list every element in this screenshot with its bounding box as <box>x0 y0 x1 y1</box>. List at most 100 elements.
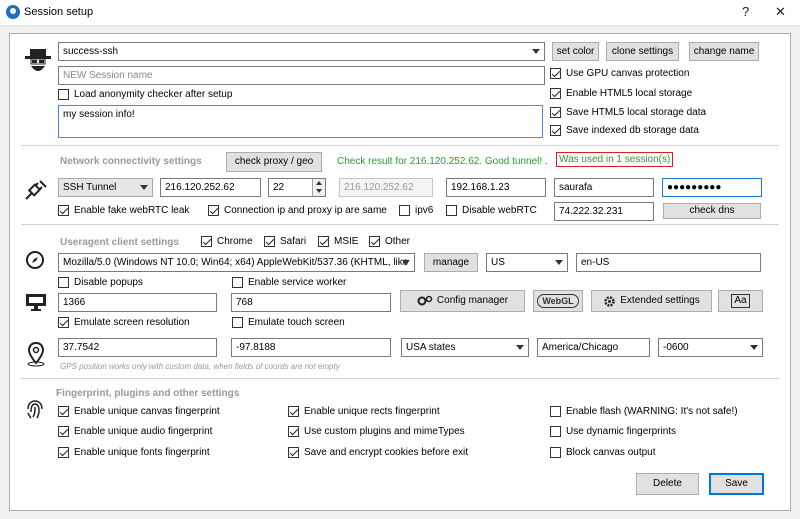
check-dns-button[interactable]: check dns <box>663 203 761 219</box>
safari-checkbox[interactable]: Safari <box>264 236 306 247</box>
encrypt-cookies-checkbox[interactable]: Save and encrypt cookies before exit <box>288 447 468 458</box>
checkbox-label: ipv6 <box>415 205 434 216</box>
checkbox-box <box>446 205 457 216</box>
gpu-canvas-protection-checkbox[interactable]: Use GPU canvas protection <box>550 68 689 79</box>
gears-icon <box>417 295 433 306</box>
disable-popups-checkbox[interactable]: Disable popups <box>58 277 143 288</box>
checkbox-label: Enable service worker <box>248 277 347 288</box>
unique-rects-checkbox[interactable]: Enable unique rects fingerprint <box>288 406 440 417</box>
checkbox-box <box>288 447 299 458</box>
spin-down-icon[interactable] <box>316 189 322 193</box>
session-name-select[interactable]: success-ssh <box>58 42 545 61</box>
help-button[interactable]: ? <box>742 4 749 19</box>
check-proxy-geo-button[interactable]: check proxy / geo <box>226 152 322 172</box>
save-indexed-db-checkbox[interactable]: Save indexed db storage data <box>550 125 699 136</box>
config-manager-button[interactable]: Config manager <box>400 290 525 312</box>
disable-webrtc-checkbox[interactable]: Disable webRTC <box>446 205 537 216</box>
unique-canvas-checkbox[interactable]: Enable unique canvas fingerprint <box>58 406 220 417</box>
emulate-resolution-checkbox[interactable]: Emulate screen resolution <box>58 317 190 328</box>
heisenberg-avatar-icon <box>25 49 51 71</box>
checkbox-label: Other <box>385 236 411 247</box>
chevron-down-icon <box>555 260 563 265</box>
msie-checkbox[interactable]: MSIE <box>318 236 358 247</box>
section-divider <box>21 224 779 225</box>
ipv6-checkbox[interactable]: ipv6 <box>399 205 433 216</box>
plug-icon <box>25 180 47 200</box>
region-select[interactable]: USA states <box>401 338 529 357</box>
checkbox-box <box>550 125 561 136</box>
checkbox-label: Connection ip and proxy ip are same <box>224 205 387 216</box>
fake-webrtc-leak-checkbox[interactable]: Enable fake webRTC leak <box>58 205 189 216</box>
proxy-port-input[interactable]: 22 <box>268 178 326 197</box>
local-ip-input[interactable]: 192.168.1.23 <box>446 178 546 197</box>
save-button[interactable]: Save <box>709 473 764 495</box>
proxy-port-value: 22 <box>273 182 285 193</box>
checkbox-label: Enable unique rects fingerprint <box>304 406 440 417</box>
used-sessions-text: Was used in 1 session(s) <box>556 152 674 167</box>
useragent-select[interactable]: Mozilla/5.0 (Windows NT 10.0; Win64; x64… <box>58 253 415 272</box>
country-select[interactable]: US <box>486 253 568 272</box>
clone-settings-button[interactable]: clone settings <box>606 42 679 61</box>
checkbox-label: Enable fake webRTC leak <box>74 205 190 216</box>
checkbox-box <box>58 277 69 288</box>
checkbox-label: Emulate screen resolution <box>74 317 190 328</box>
html5-local-storage-checkbox[interactable]: Enable HTML5 local storage <box>550 88 692 99</box>
enable-flash-checkbox[interactable]: Enable flash (WARNING: It's not safe!) <box>550 406 738 417</box>
session-name-value: success-ssh <box>63 46 119 57</box>
unique-fonts-checkbox[interactable]: Enable unique fonts fingerprint <box>58 447 210 458</box>
checkbox-label: Enable unique audio fingerprint <box>74 426 213 437</box>
session-info-textarea[interactable]: my session info! <box>58 105 543 138</box>
delete-button[interactable]: Delete <box>636 473 699 495</box>
proxy-type-select[interactable]: SSH Tunnel <box>58 178 153 197</box>
checkbox-box <box>232 277 243 288</box>
manage-button[interactable]: manage <box>424 253 478 272</box>
save-html5-storage-checkbox[interactable]: Save HTML5 local storage data <box>550 107 706 118</box>
timezone-offset-select[interactable]: -0600 <box>658 338 763 357</box>
close-button[interactable]: ✕ <box>775 4 786 20</box>
longitude-input[interactable]: -97.8188 <box>231 338 391 357</box>
screen-width-input[interactable]: 1366 <box>58 293 217 312</box>
proxy-user-input[interactable]: saurafa <box>554 178 654 197</box>
custom-plugins-checkbox[interactable]: Use custom plugins and mimeTypes <box>288 426 465 437</box>
unique-audio-checkbox[interactable]: Enable unique audio fingerprint <box>58 426 212 437</box>
fingerprint-icon <box>27 400 43 419</box>
other-checkbox[interactable]: Other <box>369 236 410 247</box>
service-worker-checkbox[interactable]: Enable service worker <box>232 277 346 288</box>
checkbox-box <box>201 236 212 247</box>
fonts-button[interactable]: Aa <box>718 290 763 312</box>
timezone-input[interactable]: America/Chicago <box>537 338 650 357</box>
change-name-button[interactable]: change name <box>689 42 759 61</box>
load-anonymity-checker-checkbox[interactable]: Load anonymity checker after setup <box>58 89 232 100</box>
dns-ip-input[interactable]: 74.222.32.231 <box>554 202 654 221</box>
checkbox-label: Disable webRTC <box>462 205 537 216</box>
connection-ip-same-checkbox[interactable]: Connection ip and proxy ip are same <box>208 205 387 216</box>
set-color-button[interactable]: set color <box>552 42 599 61</box>
checkbox-box <box>58 406 69 417</box>
port-spinner[interactable] <box>312 179 325 196</box>
chevron-down-icon <box>750 345 758 350</box>
new-session-name-input[interactable]: NEW Session name <box>58 66 545 85</box>
compass-icon <box>26 251 44 269</box>
language-input[interactable]: en-US <box>576 253 761 272</box>
checkbox-label: Load anonymity checker after setup <box>74 89 233 100</box>
screen-height-input[interactable]: 768 <box>231 293 391 312</box>
app-icon <box>6 5 20 19</box>
useragent-value: Mozilla/5.0 (Windows NT 10.0; Win64; x64… <box>63 257 409 268</box>
checkbox-box <box>58 205 69 216</box>
chrome-checkbox[interactable]: Chrome <box>201 236 253 247</box>
webgl-button[interactable]: WebGL <box>533 290 583 312</box>
location-pin-icon <box>27 341 45 367</box>
network-section-title: Network connectivity settings <box>60 156 202 167</box>
spin-up-icon[interactable] <box>316 181 322 185</box>
extended-settings-button[interactable]: Extended settings <box>591 290 712 312</box>
latitude-input[interactable]: 37.7542 <box>58 338 217 357</box>
dynamic-fingerprints-checkbox[interactable]: Use dynamic fingerprints <box>550 426 676 437</box>
proxy-password-input[interactable]: ●●●●●●●●● <box>662 178 762 197</box>
checkbox-box <box>288 406 299 417</box>
proxy-host-input[interactable]: 216.120.252.62 <box>160 178 261 197</box>
block-canvas-checkbox[interactable]: Block canvas output <box>550 447 656 458</box>
checkbox-box <box>550 447 561 458</box>
emulate-touch-checkbox[interactable]: Emulate touch screen <box>232 317 345 328</box>
checkbox-label: MSIE <box>334 236 359 247</box>
checkbox-box <box>550 426 561 437</box>
